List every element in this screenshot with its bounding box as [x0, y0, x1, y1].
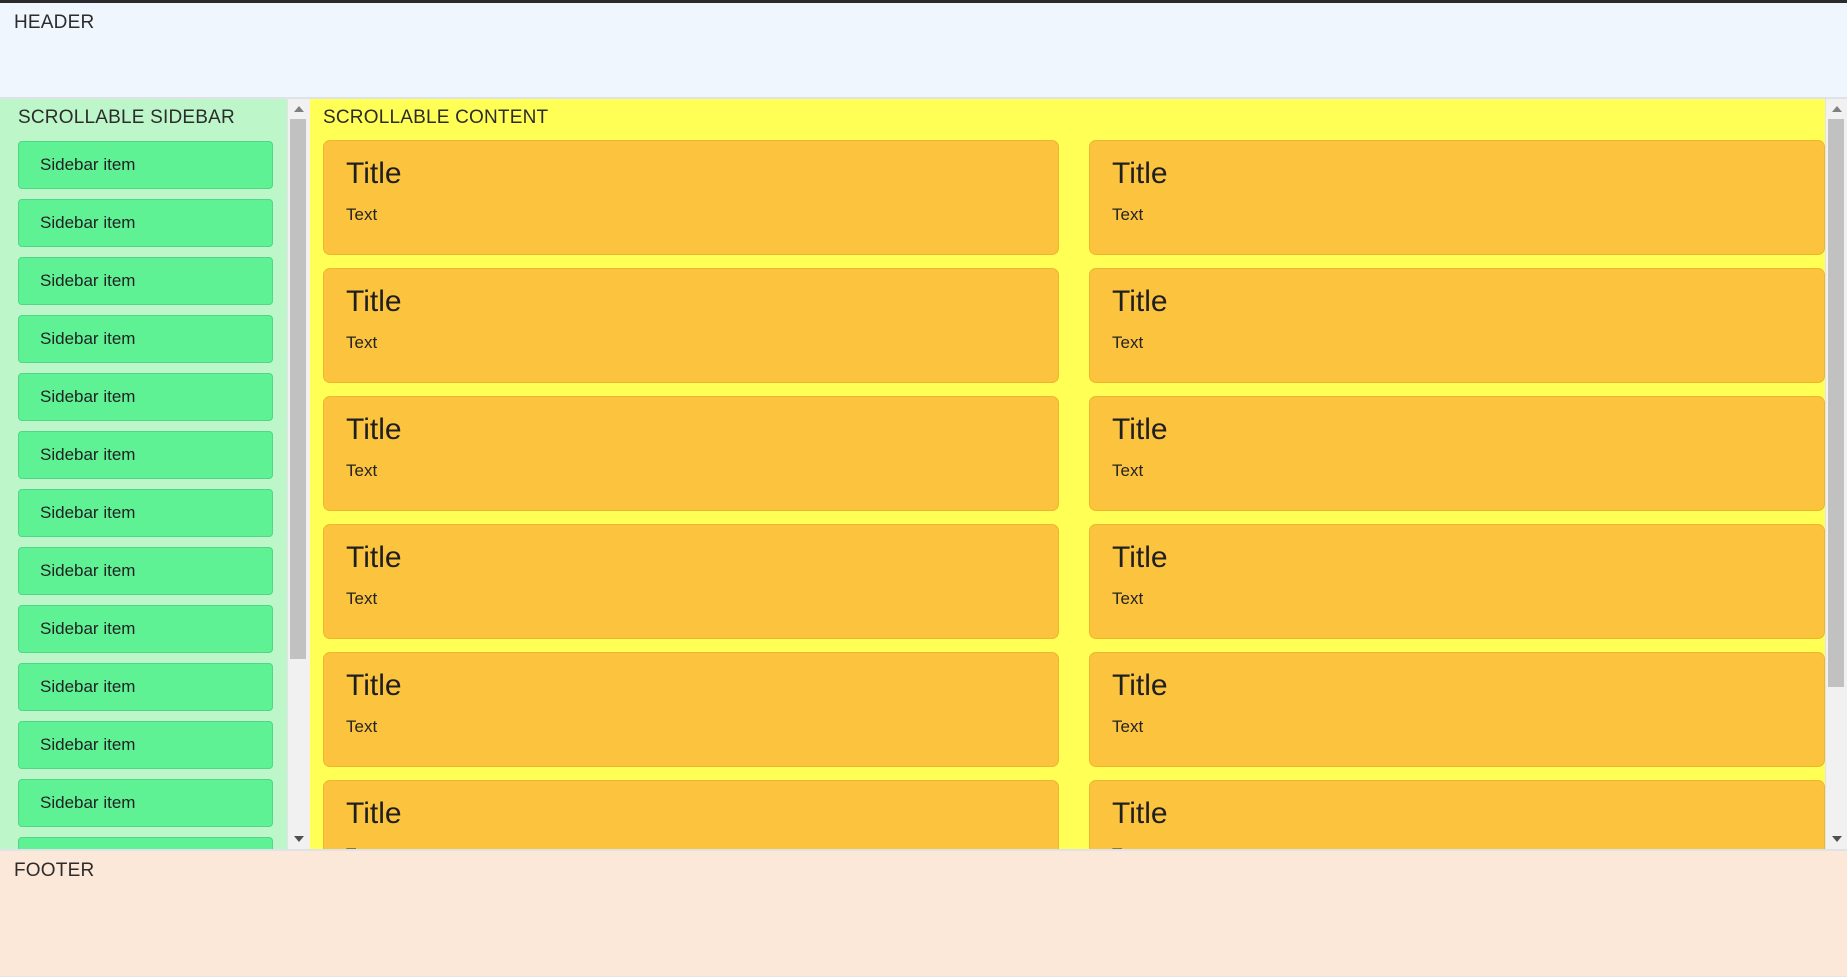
sidebar-item-label: Sidebar item [40, 561, 135, 581]
content-scroll-up-button[interactable] [1826, 99, 1847, 119]
card-text: Text [1112, 589, 1824, 609]
content-card[interactable]: Title Text [1089, 396, 1825, 511]
sidebar-item-label: Sidebar item [40, 793, 135, 813]
card-text: Text [346, 205, 1058, 225]
content-card[interactable]: Title Text [323, 652, 1059, 767]
sidebar-item[interactable]: Sidebar item [18, 489, 273, 537]
content-card[interactable]: Title Text [1089, 140, 1825, 255]
card-title: Title [1112, 285, 1824, 319]
content-card[interactable]: TitleText [1089, 780, 1825, 849]
app-root: HEADER SCROLLABLE SIDEBAR Sidebar itemSi… [0, 0, 1847, 977]
content-scrollbar-track[interactable] [1826, 119, 1847, 829]
card-title: Title [346, 541, 1058, 575]
card-title: Title [1112, 669, 1824, 703]
sidebar-item-label: Sidebar item [40, 503, 135, 523]
sidebar-item-label: Sidebar item [40, 213, 135, 233]
card-title: Title [346, 157, 1058, 191]
sidebar-item-label: Sidebar item [40, 329, 135, 349]
content-scroll-area[interactable]: SCROLLABLE CONTENT TitleTextTitleTextTit… [309, 99, 1825, 849]
card-text: Text [346, 589, 1058, 609]
content-card[interactable]: Title Text [1089, 652, 1825, 767]
content-card[interactable]: Title Text [323, 524, 1059, 639]
sidebar-scroll-area[interactable]: SCROLLABLE SIDEBAR Sidebar itemSidebar i… [0, 99, 287, 849]
content-card[interactable]: TitleText [323, 780, 1059, 849]
main-region: SCROLLABLE SIDEBAR Sidebar itemSidebar i… [0, 99, 1847, 849]
card-title: Title [1112, 541, 1824, 575]
sidebar-item[interactable]: Sidebar item [18, 547, 273, 595]
card-title: Title [346, 285, 1058, 319]
card-text: Text [1112, 717, 1824, 737]
sidebar-item[interactable]: Sidebar item [18, 605, 273, 653]
content-label: SCROLLABLE CONTENT [323, 107, 1825, 129]
chevron-down-icon [294, 836, 304, 842]
card-text: Text [346, 333, 1058, 353]
sidebar-item[interactable]: Sidebar item [18, 373, 273, 421]
sidebar-item[interactable]: Sidebar item [18, 779, 273, 827]
sidebar-scroll-down-button[interactable] [288, 829, 310, 849]
sidebar-item[interactable]: Sidebar item [18, 431, 273, 479]
content-card[interactable]: Title Text [1089, 268, 1825, 383]
sidebar-item-label: Sidebar item [40, 735, 135, 755]
sidebar-panel: SCROLLABLE SIDEBAR Sidebar itemSidebar i… [0, 99, 309, 849]
card-text: Text [1112, 461, 1824, 481]
content-scrollbar-thumb[interactable] [1828, 119, 1844, 687]
sidebar-item-list: Sidebar item Sidebar item Sidebar item Side… [18, 141, 273, 849]
card-text: Text [346, 717, 1058, 737]
header: HEADER [0, 3, 1847, 99]
content-card[interactable]: Title Text [323, 140, 1059, 255]
card-title: Title [346, 413, 1058, 447]
sidebar-item[interactable]: Sidebar item [18, 837, 273, 849]
card-title: Title [346, 797, 1058, 831]
sidebar-item[interactable]: Sidebar item [18, 257, 273, 305]
sidebar-item-label: Sidebar item [40, 445, 135, 465]
sidebar-item-label: Sidebar item [40, 271, 135, 291]
sidebar-item-label: Sidebar item [40, 155, 135, 175]
header-label: HEADER [14, 12, 1847, 34]
sidebar-scrollbar-thumb[interactable] [290, 119, 306, 659]
chevron-up-icon [294, 106, 304, 112]
chevron-up-icon [1832, 106, 1842, 112]
card-title: Title [346, 669, 1058, 703]
sidebar-scrollbar-track[interactable] [288, 119, 310, 829]
sidebar-scroll-up-button[interactable] [288, 99, 310, 119]
content-panel: SCROLLABLE CONTENT TitleTextTitleTextTit… [309, 99, 1847, 849]
footer: FOOTER [0, 849, 1847, 977]
chevron-down-icon [1832, 836, 1842, 842]
card-grid: Title Text Title Text Title Text Title Text Titl… [323, 140, 1825, 849]
content-card[interactable]: Title Text [323, 396, 1059, 511]
sidebar-item[interactable]: Sidebar item [18, 663, 273, 711]
sidebar-item-label: Sidebar item [40, 677, 135, 697]
content-scroll-down-button[interactable] [1826, 829, 1847, 849]
sidebar-item[interactable]: Sidebar item [18, 315, 273, 363]
card-text: Text [346, 461, 1058, 481]
sidebar-item-label: Sidebar item [40, 619, 135, 639]
sidebar-item-label: Sidebar item [40, 387, 135, 407]
card-text: Text [1112, 205, 1824, 225]
sidebar-scrollbar[interactable] [287, 99, 309, 849]
sidebar-item[interactable]: Sidebar item [18, 199, 273, 247]
card-text: Text [1112, 333, 1824, 353]
card-title: Title [1112, 157, 1824, 191]
sidebar-label: SCROLLABLE SIDEBAR [18, 107, 273, 129]
card-title: Title [1112, 797, 1824, 831]
card-title: Title [1112, 413, 1824, 447]
sidebar-item[interactable]: Sidebar item [18, 141, 273, 189]
footer-label: FOOTER [14, 860, 1847, 882]
content-card[interactable]: Title Text [323, 268, 1059, 383]
sidebar-item[interactable]: Sidebar item [18, 721, 273, 769]
content-scrollbar[interactable] [1825, 99, 1847, 849]
content-card[interactable]: Title Text [1089, 524, 1825, 639]
